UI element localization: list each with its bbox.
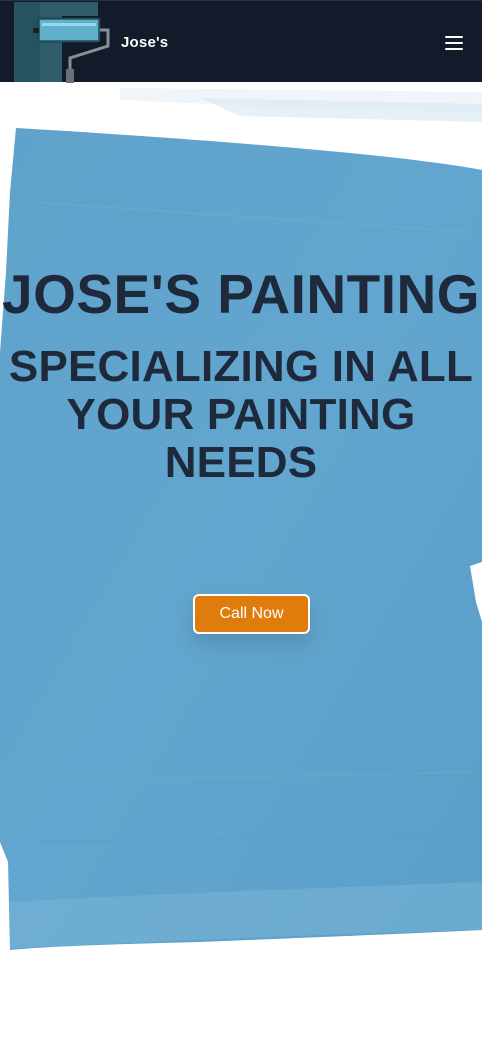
menu-line — [445, 42, 463, 44]
hero-content: JOSE'S PAINTING SPECIALIZING IN ALL YOUR… — [0, 265, 482, 487]
menu-line — [445, 48, 463, 50]
page: Jose's JOSE'S PAINTING SPECIALIZING IN A… — [0, 0, 482, 1054]
hamburger-menu-icon[interactable] — [442, 31, 466, 55]
menu-line — [445, 36, 463, 38]
site-header: Jose's — [0, 0, 482, 83]
hero-title: JOSE'S PAINTING — [2, 263, 480, 325]
call-now-button[interactable]: Call Now — [193, 594, 310, 634]
paint-stroke-background — [0, 82, 482, 982]
brand-name[interactable]: Jose's — [121, 34, 168, 51]
paint-roller-icon[interactable] — [12, 2, 116, 83]
hero-subtitle: SPECIALIZING IN ALL YOUR PAINTING NEEDS — [8, 342, 474, 487]
